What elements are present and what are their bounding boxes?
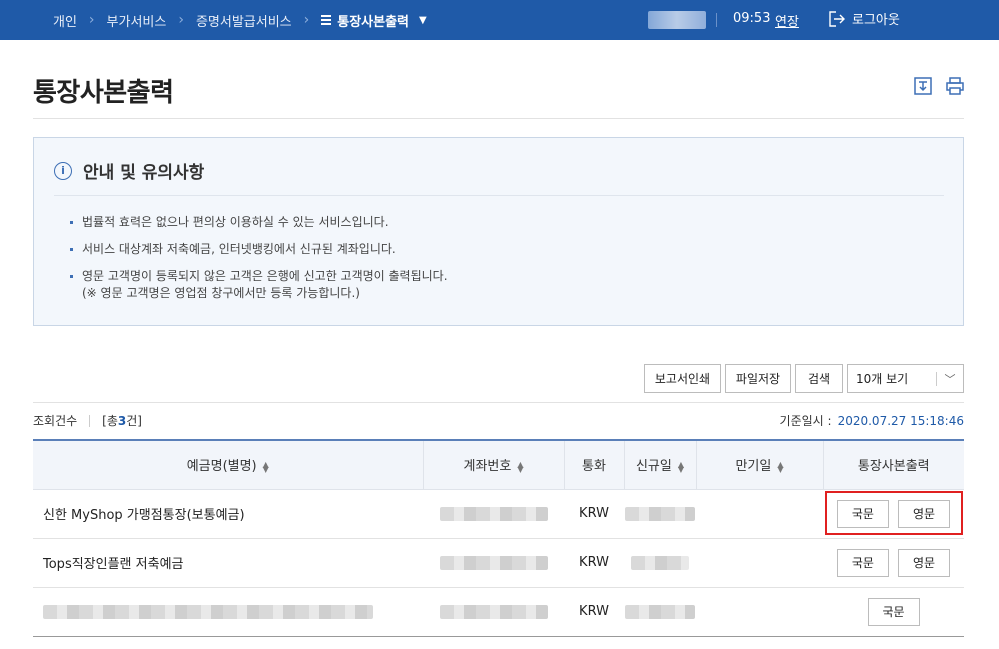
breadcrumb-current-menu[interactable]: 통장사본출력 ▼ bbox=[321, 11, 427, 30]
breadcrumb-certificate-service[interactable]: 증명서발급서비스 bbox=[196, 11, 292, 30]
column-header-account-name[interactable]: 예금명(별명) ▲ ▼ bbox=[33, 439, 423, 490]
search-button[interactable]: 검색 bbox=[795, 364, 843, 393]
breadcrumb-personal[interactable]: 개인 bbox=[53, 11, 77, 30]
sort-icon[interactable]: ▲ ▼ bbox=[517, 460, 523, 473]
base-datetime-label: 기준일시 : bbox=[779, 414, 832, 428]
column-header-print: 통장사본출력 bbox=[822, 439, 964, 490]
breadcrumb: 개인 › 부가서비스 › 증명서발급서비스 › 통장사본출력 ▼ bbox=[53, 0, 427, 40]
base-datetime-value: 2020.07.27 15:18:46 bbox=[837, 414, 964, 428]
maturity-date bbox=[696, 587, 823, 637]
notice-header: i 안내 및 유의사항 bbox=[54, 158, 204, 183]
accounts-table: 예금명(별명) ▲ ▼ 계좌번호 ▲ ▼ 통화 신규일 ▲ ▼ 만기일 ▲ ▼ 통장사본출력 신… bbox=[33, 439, 964, 637]
page-size-select[interactable]: 10개 보기 ﹀ bbox=[847, 364, 964, 393]
print-korean-button[interactable]: 국문 bbox=[836, 499, 889, 528]
column-header-open-date[interactable]: 신규일 ▲ ▼ bbox=[623, 439, 696, 490]
print-actions: 국문 bbox=[823, 587, 964, 637]
logout-icon bbox=[829, 10, 845, 27]
open-date-redacted bbox=[624, 538, 696, 588]
user-name-redacted bbox=[648, 11, 706, 29]
notice-item: 서비스 대상계좌 저축예금, 인터넷뱅킹에서 신규된 계좌입니다. bbox=[70, 241, 448, 258]
notice-item: 법률적 효력은 없으나 편의상 이용하실 수 있는 서비스입니다. bbox=[70, 214, 448, 231]
session-timer: 09:53 bbox=[733, 11, 771, 26]
column-header-currency: 통화 bbox=[563, 439, 624, 490]
currency: KRW bbox=[564, 587, 624, 637]
table-row: 신한 MyShop 가맹점통장(보통예금) KRW 국문 영문 bbox=[33, 489, 964, 539]
notice-box: i 안내 및 유의사항 법률적 효력은 없으나 편의상 이용하실 수 있는 서비… bbox=[33, 137, 964, 326]
base-datetime: 기준일시 : 2020.07.27 15:18:46 bbox=[780, 412, 964, 429]
table-row: KRW 국문 bbox=[33, 587, 964, 637]
print-english-button[interactable]: 영문 bbox=[898, 499, 951, 528]
column-header-maturity-date[interactable]: 만기일 ▲ ▼ bbox=[695, 439, 823, 490]
table-row: Tops직장인플랜 저축예금 KRW 국문 영문 bbox=[33, 538, 964, 588]
title-divider bbox=[33, 118, 964, 119]
print-korean-button[interactable]: 국문 bbox=[867, 597, 920, 626]
chevron-right-icon: › bbox=[88, 12, 95, 28]
result-count: 조회건수 [총 3 건] bbox=[33, 413, 142, 429]
notice-item: 영문 고객명이 등록되지 않은 고객은 은행에 신고한 고객명이 출력됩니다. … bbox=[70, 268, 448, 302]
menu-icon bbox=[321, 13, 332, 27]
top-navigation-bar: 개인 › 부가서비스 › 증명서발급서비스 › 통장사본출력 ▼ 09:53 연… bbox=[0, 0, 999, 40]
result-count-label: 조회건수 bbox=[33, 414, 78, 428]
page-title: 통장사본출력 bbox=[33, 78, 174, 108]
result-count-number: 3 bbox=[117, 413, 127, 428]
account-name: 신한 MyShop 가맹점통장(보통예금) bbox=[33, 489, 423, 539]
open-date-redacted bbox=[624, 489, 696, 539]
logout-label: 로그아웃 bbox=[852, 13, 900, 28]
print-english-button[interactable]: 영문 bbox=[898, 548, 951, 577]
notice-title: 안내 및 유의사항 bbox=[83, 163, 205, 183]
divider bbox=[716, 13, 717, 27]
caret-down-icon: ▼ bbox=[419, 14, 427, 26]
currency: KRW bbox=[564, 538, 624, 588]
chevron-right-icon: › bbox=[178, 12, 184, 28]
sort-icon[interactable]: ▲ ▼ bbox=[263, 460, 269, 473]
maturity-date bbox=[696, 489, 823, 539]
extend-session-link[interactable]: 연장 bbox=[775, 11, 799, 30]
print-actions: 국문 영문 bbox=[823, 489, 964, 539]
account-name: Tops직장인플랜 저축예금 bbox=[33, 538, 423, 588]
sort-icon[interactable]: ▲ ▼ bbox=[678, 460, 684, 473]
info-icon: i bbox=[54, 161, 72, 180]
notice-list: 법률적 효력은 없으나 편의상 이용하실 수 있는 서비스입니다. 서비스 대상… bbox=[70, 214, 448, 312]
divider bbox=[89, 414, 91, 427]
print-icon[interactable] bbox=[945, 76, 965, 96]
page-size-value: 10개 보기 bbox=[856, 372, 909, 386]
print-korean-button[interactable]: 국문 bbox=[836, 548, 889, 577]
logout-button[interactable]: 로그아웃 bbox=[828, 9, 900, 28]
account-number-redacted bbox=[423, 489, 564, 539]
chevron-right-icon: › bbox=[303, 12, 310, 28]
print-actions: 국문 영문 bbox=[823, 538, 964, 588]
print-report-button[interactable]: 보고서인쇄 bbox=[644, 364, 721, 393]
save-file-button[interactable]: 파일저장 bbox=[725, 364, 791, 393]
notice-divider bbox=[54, 195, 944, 196]
breadcrumb-additional-services[interactable]: 부가서비스 bbox=[107, 11, 167, 30]
account-number-redacted bbox=[423, 587, 564, 637]
account-number-redacted bbox=[423, 538, 564, 588]
sort-icon[interactable]: ▲ ▼ bbox=[777, 460, 783, 473]
maturity-date bbox=[696, 538, 823, 588]
table-header-row: 예금명(별명) ▲ ▼ 계좌번호 ▲ ▼ 통화 신규일 ▲ ▼ 만기일 ▲ ▼ 통장사본출력 bbox=[33, 439, 964, 490]
column-header-account-number[interactable]: 계좌번호 ▲ ▼ bbox=[422, 439, 564, 490]
open-date-redacted bbox=[624, 587, 696, 637]
summary-divider bbox=[33, 402, 964, 403]
breadcrumb-current-label: 통장사본출력 bbox=[337, 14, 410, 30]
download-icon[interactable] bbox=[913, 76, 933, 96]
account-name-redacted bbox=[33, 587, 423, 637]
notice-item-subnote: (※ 영문 고객명은 영업점 창구에서만 등록 가능합니다.) bbox=[82, 286, 360, 300]
chevron-down-icon: ﹀ bbox=[944, 372, 956, 386]
currency: KRW bbox=[564, 489, 624, 539]
